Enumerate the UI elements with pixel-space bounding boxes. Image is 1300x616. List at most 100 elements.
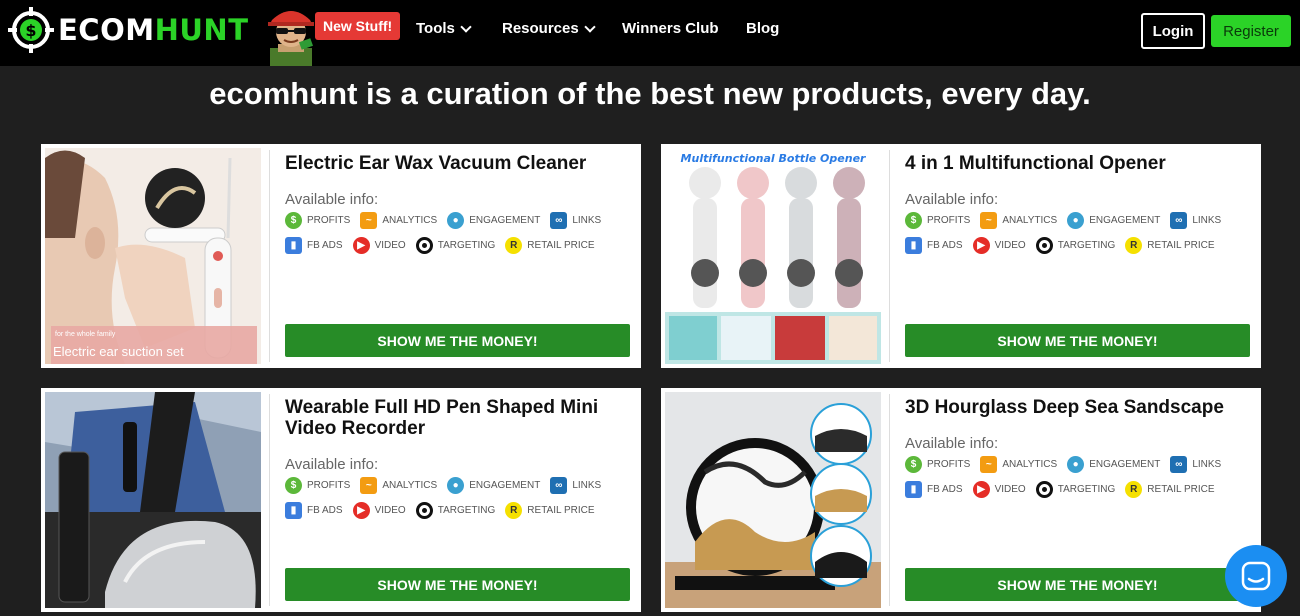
info-label: RETAIL PRICE xyxy=(1147,240,1215,251)
info-profits: $ PROFITS xyxy=(285,477,350,494)
info-retail-price: R RETAIL PRICE xyxy=(1125,481,1215,498)
logo-text: ECOMHUNT xyxy=(58,13,248,47)
product-title[interactable]: 4 in 1 Multifunctional Opener xyxy=(905,153,1245,174)
link-icon: ∞ xyxy=(550,477,568,494)
image-tag: for the whole family xyxy=(55,331,116,338)
info-label: FB ADS xyxy=(307,505,343,516)
image-caption: Multifunctional Bottle Opener xyxy=(681,152,866,165)
retail-r-icon: R xyxy=(1125,237,1143,254)
product-image[interactable]: Multifunctional Bottle Opener xyxy=(665,148,881,364)
info-row: ▮ FB ADS ▶ VIDEO TARGETING R RETAIL PRICE xyxy=(285,237,605,254)
chart-icon: ~ xyxy=(980,212,998,229)
link-icon: ∞ xyxy=(1170,456,1188,473)
info-label: ENGAGEMENT xyxy=(469,215,541,226)
target-icon xyxy=(1035,237,1053,254)
info-label: LINKS xyxy=(1192,459,1222,470)
info-label: LINKS xyxy=(1192,215,1222,226)
info-engagement: ● ENGAGEMENT xyxy=(1067,212,1160,229)
info-label: FB ADS xyxy=(927,484,963,495)
link-icon: ∞ xyxy=(550,212,568,229)
available-info-label: Available info: xyxy=(905,191,999,208)
target-icon xyxy=(415,237,433,254)
info-fb-ads: ▮ FB ADS xyxy=(905,237,963,254)
info-label: RETAIL PRICE xyxy=(527,505,595,516)
info-label: ENGAGEMENT xyxy=(1089,215,1161,226)
info-retail-price: R RETAIL PRICE xyxy=(505,502,595,519)
info-label: FB ADS xyxy=(307,240,343,251)
info-label: LINKS xyxy=(572,215,602,226)
bar-chart-icon: ▮ xyxy=(285,502,302,519)
info-targeting: TARGETING xyxy=(415,502,495,519)
product-card[interactable]: 3D Hourglass Deep Sea Sandscape Availabl… xyxy=(661,388,1261,612)
product-image[interactable] xyxy=(665,392,881,608)
menu-resources[interactable]: Resources xyxy=(502,20,596,37)
page-tagline: ecomhunt is a curation of the best new p… xyxy=(209,76,1091,111)
image-caption: Electric ear suction set xyxy=(53,344,184,359)
svg-text:$: $ xyxy=(25,21,36,40)
available-info-label: Available info: xyxy=(905,435,999,452)
show-me-the-money-button[interactable]: SHOW ME THE MONEY! xyxy=(905,568,1250,601)
chat-launcher-button[interactable] xyxy=(1225,545,1287,607)
info-links: ∞ LINKS xyxy=(1170,456,1221,473)
chevron-down-icon xyxy=(584,20,596,33)
info-targeting: TARGETING xyxy=(1035,481,1116,498)
info-links: ∞ LINKS xyxy=(550,477,601,494)
top-nav: $ ECOMHUNT New Stuff! Tools Resources Wi… xyxy=(0,0,1300,66)
info-label: ANALYTICS xyxy=(382,480,438,491)
login-button[interactable]: Login xyxy=(1141,13,1205,49)
show-me-the-money-button[interactable]: SHOW ME THE MONEY! xyxy=(285,568,630,601)
product-card[interactable]: Multifunctional Bottle Opener 4 in 1 Mul… xyxy=(661,144,1261,368)
info-engagement: ● ENGAGEMENT xyxy=(447,477,540,494)
info-label: ANALYTICS xyxy=(1002,215,1058,226)
info-analytics: ~ ANALYTICS xyxy=(980,212,1057,229)
info-retail-price: R RETAIL PRICE xyxy=(505,237,595,254)
user-icon: ● xyxy=(1067,456,1085,473)
dollar-icon: $ xyxy=(905,456,922,473)
info-retail-price: R RETAIL PRICE xyxy=(1125,237,1215,254)
menu-winners-club[interactable]: Winners Club xyxy=(622,20,719,37)
register-button[interactable]: Register xyxy=(1211,15,1291,47)
info-label: VIDEO xyxy=(994,240,1026,251)
chart-icon: ~ xyxy=(980,456,998,473)
info-label: ENGAGEMENT xyxy=(1089,459,1161,470)
menu-winners-club-label: Winners Club xyxy=(622,20,719,37)
info-label: TARGETING xyxy=(1057,484,1116,495)
info-engagement: ● ENGAGEMENT xyxy=(447,212,540,229)
product-title[interactable]: Wearable Full HD Pen Shaped Mini Video R… xyxy=(285,397,625,439)
info-analytics: ~ ANALYTICS xyxy=(360,477,437,494)
dollar-icon: $ xyxy=(285,212,302,229)
available-info-label: Available info: xyxy=(285,456,379,473)
product-image[interactable]: for the whole family Electric ear suctio… xyxy=(45,148,261,364)
info-row: ▮ FB ADS ▶ VIDEO TARGETING R RETAIL PRICE xyxy=(285,502,605,519)
dollar-icon: $ xyxy=(905,212,922,229)
info-targeting: TARGETING xyxy=(415,237,496,254)
info-label: VIDEO xyxy=(374,505,406,516)
info-label: TARGETING xyxy=(437,240,496,251)
menu-tools[interactable]: Tools xyxy=(416,20,472,37)
crosshair-dollar-icon: $ xyxy=(8,7,54,53)
show-me-the-money-button[interactable]: SHOW ME THE MONEY! xyxy=(285,324,630,357)
card-divider xyxy=(269,394,270,606)
product-title[interactable]: 3D Hourglass Deep Sea Sandscape xyxy=(905,397,1245,418)
user-icon: ● xyxy=(1067,212,1085,229)
dollar-icon: $ xyxy=(285,477,302,494)
product-card[interactable]: Wearable Full HD Pen Shaped Mini Video R… xyxy=(41,388,641,612)
chevron-down-icon xyxy=(460,20,472,33)
logo[interactable]: $ ECOMHUNT xyxy=(8,7,248,53)
info-label: VIDEO xyxy=(374,240,406,251)
show-me-the-money-button[interactable]: SHOW ME THE MONEY! xyxy=(905,324,1250,357)
product-card[interactable]: for the whole family Electric ear suctio… xyxy=(41,144,641,368)
retail-r-icon: R xyxy=(505,237,523,254)
new-stuff-badge[interactable]: New Stuff! xyxy=(315,12,401,40)
info-row: ▮ FB ADS ▶ VIDEO TARGETING R RETAIL PRICE xyxy=(905,481,1225,498)
product-title[interactable]: Electric Ear Wax Vacuum Cleaner xyxy=(285,153,625,174)
bar-chart-icon: ▮ xyxy=(905,237,922,254)
user-icon: ● xyxy=(447,212,465,229)
info-profits: $ PROFITS xyxy=(285,212,350,229)
product-image[interactable] xyxy=(45,392,261,608)
menu-resources-label: Resources xyxy=(502,20,579,37)
info-label: LINKS xyxy=(572,480,602,491)
menu-blog[interactable]: Blog xyxy=(746,20,779,37)
info-label: RETAIL PRICE xyxy=(527,240,595,251)
info-engagement: ● ENGAGEMENT xyxy=(1067,456,1160,473)
